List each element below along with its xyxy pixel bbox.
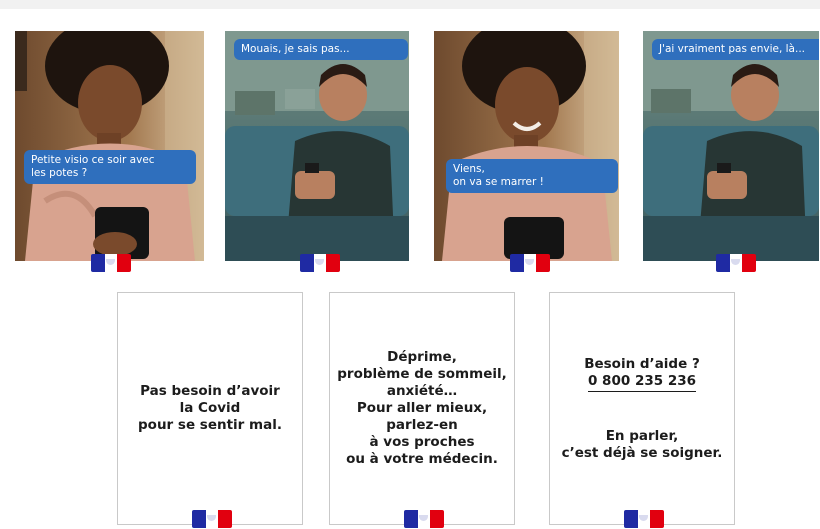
woman-photo [15, 31, 204, 261]
story-panel-1: Petite visio ce soir avec les potes ? [15, 31, 204, 261]
flag-logo [192, 510, 232, 528]
top-band [0, 0, 820, 9]
message-card-1: Pas besoin d’avoir la Covid pour se sent… [117, 292, 303, 528]
card-text: Pas besoin d’avoir la Covid pour se sent… [138, 383, 282, 433]
flag-logo [300, 254, 340, 272]
man-photo [225, 31, 409, 261]
message-card-2: Déprime, problème de sommeil, anxiété… P… [329, 292, 515, 528]
flag-logo [716, 254, 756, 272]
helpline-number[interactable]: 0 800 235 236 [587, 373, 697, 392]
story-panel-4: J'ai vraiment pas envie, là... [643, 31, 819, 261]
flag-logo [510, 254, 550, 272]
chat-bubble: Viens, on va se marrer ! [446, 159, 618, 193]
chat-bubble: Mouais, je sais pas... [234, 39, 408, 60]
flag-logo [624, 510, 664, 528]
chat-bubble: J'ai vraiment pas envie, là... [652, 39, 819, 60]
story-panel-2: Mouais, je sais pas... [225, 31, 414, 261]
flag-logo [404, 510, 444, 528]
card-text: En parler, c’est déjà se soigner. [561, 427, 723, 461]
woman-photo [434, 31, 619, 261]
card-text: Déprime, problème de sommeil, anxiété… P… [337, 349, 507, 467]
help-title: Besoin d’aide ? [584, 355, 700, 372]
story-panel-3: Viens, on va se marrer ! [434, 31, 619, 261]
message-card-3: Besoin d’aide ? 0 800 235 236 En parler,… [549, 292, 735, 528]
flag-logo [91, 254, 131, 272]
man-photo [643, 31, 819, 261]
chat-bubble: Petite visio ce soir avec les potes ? [24, 150, 196, 184]
